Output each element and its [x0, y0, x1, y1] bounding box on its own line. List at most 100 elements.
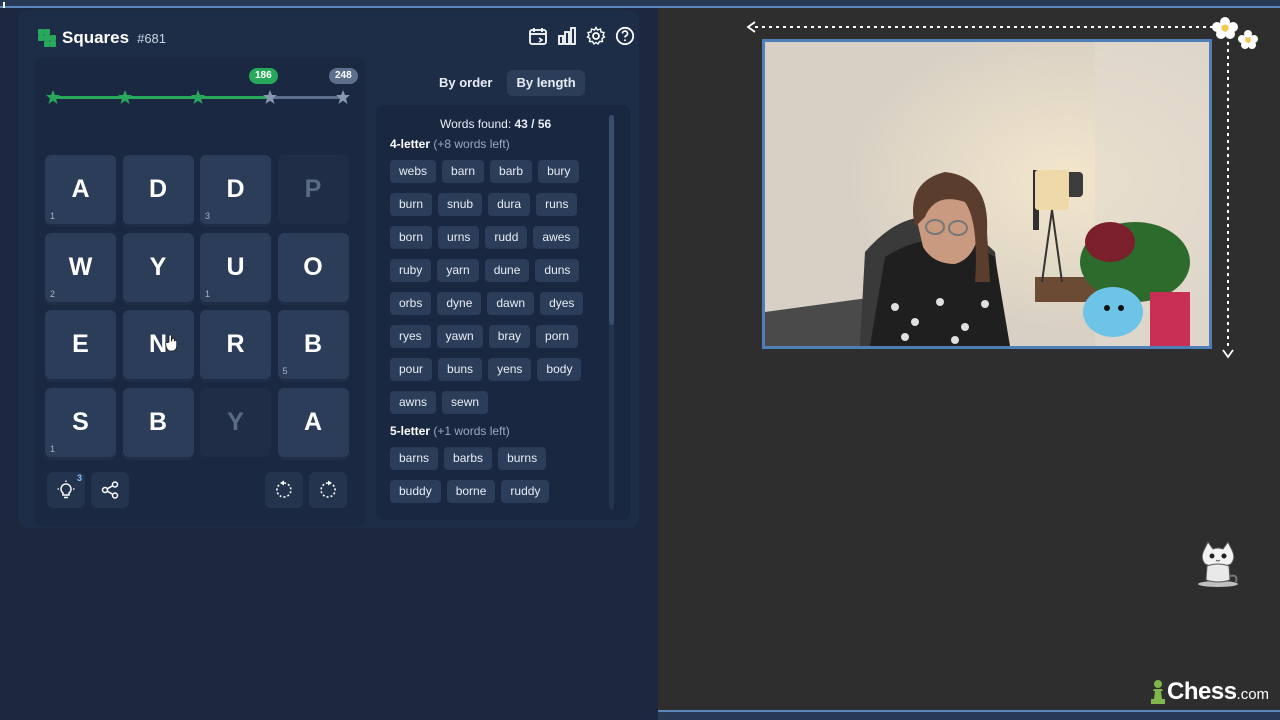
word-chip[interactable]: rudd — [485, 226, 528, 249]
letter-tile[interactable]: R — [200, 310, 271, 379]
words-found-value: 43 / 56 — [514, 117, 552, 131]
word-chip[interactable]: orbs — [390, 292, 432, 315]
word-list-scrollbar[interactable] — [609, 115, 614, 510]
header-toolbar — [528, 26, 635, 46]
hint-button[interactable]: 3 — [47, 472, 85, 508]
word-chip[interactable]: burn — [390, 193, 433, 216]
letter-tile[interactable]: N — [122, 310, 194, 379]
word-chip[interactable]: sewn — [442, 391, 489, 414]
letter-tile[interactable]: O — [277, 232, 349, 302]
hint-count: 3 — [76, 473, 82, 483]
letter-tile[interactable]: A — [277, 387, 349, 457]
calendar-icon[interactable] — [528, 26, 548, 46]
word-chip[interactable]: webs — [390, 160, 437, 183]
word-chip[interactable]: yens — [488, 358, 532, 381]
progress-track — [271, 96, 343, 99]
word-chip[interactable]: snub — [438, 193, 483, 216]
letter-tile[interactable]: W2 — [45, 232, 116, 302]
game-name: Squares — [62, 28, 130, 47]
gear-icon[interactable] — [586, 26, 606, 46]
puzzle-number: #681 — [137, 30, 167, 46]
word-chip[interactable]: dyne — [437, 292, 482, 315]
word-chip[interactable]: urns — [438, 226, 480, 249]
word-chip[interactable]: dura — [488, 193, 531, 216]
milestone-star-icon — [263, 90, 277, 104]
chess-com-logo: Chess .com — [1150, 678, 1269, 706]
letter-tile[interactable]: B — [122, 387, 194, 457]
word-chip[interactable]: barbs — [444, 447, 493, 470]
letter-tile[interactable]: Y — [122, 232, 194, 302]
word-chip[interactable]: dune — [484, 259, 530, 282]
hand-cursor-icon — [165, 334, 178, 352]
tile-letter: B — [303, 330, 323, 358]
flower-icon — [1212, 17, 1238, 39]
word-chip[interactable]: ryes — [390, 325, 431, 348]
section-4-letter-words: webs barn barb bury burn snub dura runs born urns… — [390, 160, 600, 414]
word-chip[interactable]: bury — [538, 160, 580, 183]
word-chip[interactable]: awns — [390, 391, 437, 414]
cat-sticker-icon — [1198, 541, 1238, 587]
word-chip[interactable]: ruddy — [501, 480, 550, 503]
word-chip[interactable]: yarn — [437, 259, 479, 282]
letter-tile[interactable]: S1 — [45, 387, 116, 457]
score-progress-bar: 186 248 — [45, 68, 358, 108]
letter-tile[interactable]: P — [277, 155, 349, 224]
share-button[interactable] — [91, 472, 129, 508]
tile-letter: D — [226, 175, 245, 203]
letter-tile[interactable]: A1 — [45, 155, 116, 224]
current-score-badge: 186 — [249, 68, 278, 84]
word-chip[interactable]: awes — [533, 226, 580, 249]
section-5-letter-words: barns barbs burns buddy borne ruddy — [390, 447, 600, 503]
word-chip[interactable]: buns — [438, 358, 483, 381]
word-chip[interactable]: duns — [535, 259, 580, 282]
word-chip[interactable]: buddy — [390, 480, 441, 503]
tile-word-count: 1 — [50, 211, 56, 221]
word-chip[interactable]: bray — [488, 325, 531, 348]
letter-tile[interactable]: E — [45, 310, 116, 379]
stats-icon[interactable] — [557, 26, 577, 46]
letter-tile[interactable]: U1 — [200, 232, 271, 302]
word-chip[interactable]: ruby — [390, 259, 432, 282]
word-chip[interactable]: pour — [390, 358, 433, 381]
tab-by-order[interactable]: By order — [430, 70, 501, 96]
letter-tile[interactable]: D — [122, 155, 194, 224]
pawn-icon — [1151, 680, 1165, 704]
tile-word-count: 5 — [282, 366, 288, 376]
words-found-counter: Words found: 43 / 56 — [440, 117, 551, 131]
undo-button[interactable] — [265, 472, 303, 508]
word-chip[interactable]: borne — [446, 480, 496, 503]
word-chip[interactable]: dawn — [487, 292, 535, 315]
word-chip[interactable]: yawn — [436, 325, 483, 348]
letter-tile[interactable]: Y — [200, 387, 271, 457]
section-4-letter-header: 4-letter (+8 words left) — [390, 137, 510, 151]
word-chip[interactable]: barb — [490, 160, 533, 183]
tile-word-count: 1 — [50, 443, 56, 454]
tile-letter: E — [72, 330, 89, 358]
word-chip[interactable]: born — [390, 226, 433, 249]
scrollbar-thumb[interactable] — [609, 115, 614, 325]
game-title: Squares #681 — [38, 26, 166, 50]
tab-by-length[interactable]: By length — [507, 70, 585, 96]
help-icon[interactable] — [615, 26, 635, 46]
letter-tile[interactable]: B5 — [277, 310, 349, 379]
word-chip[interactable]: dyes — [540, 292, 584, 315]
found-words-panel[interactable]: Words found: 43 / 56 4-letter (+8 words … — [376, 105, 630, 520]
webcam-feed — [762, 39, 1212, 349]
letter-tile[interactable]: D3 — [200, 155, 271, 224]
tile-letter: A — [71, 175, 90, 203]
brand-suffix: .com — [1236, 686, 1270, 703]
webcam-image — [765, 42, 1209, 346]
word-chip[interactable]: barns — [390, 447, 439, 470]
flower-icon — [1238, 30, 1258, 49]
word-chip[interactable]: body — [537, 358, 582, 381]
word-chip[interactable]: burns — [498, 447, 547, 470]
word-chip[interactable]: porn — [536, 325, 579, 348]
stream-top-border — [0, 0, 1280, 14]
word-chip[interactable]: barn — [442, 160, 485, 183]
section-words-left: (+8 words left) — [433, 137, 510, 151]
word-chip[interactable]: runs — [536, 193, 578, 216]
tile-word-count: 3 — [205, 211, 211, 221]
redo-button[interactable] — [309, 472, 347, 508]
tile-letter: U — [226, 252, 245, 281]
section-title: 5-letter — [390, 424, 431, 438]
